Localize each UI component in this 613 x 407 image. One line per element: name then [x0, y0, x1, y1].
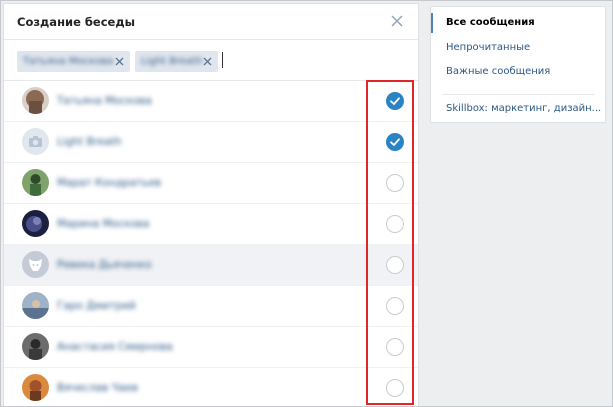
checkbox-unchecked[interactable] [386, 174, 404, 192]
avatar [22, 210, 49, 237]
participant-chip-name: Light Breath [141, 56, 203, 67]
avatar [22, 128, 49, 155]
active-item-indicator [431, 13, 433, 33]
dog-icon [22, 251, 49, 278]
checkmark-icon [390, 97, 400, 105]
friend-row[interactable]: Ревека Дьяченко [4, 245, 418, 286]
remove-chip-icon[interactable] [114, 56, 125, 67]
avatar [22, 374, 49, 401]
checkbox-checked[interactable] [386, 92, 404, 110]
avatar [22, 169, 49, 196]
checkmark-icon [390, 138, 400, 146]
menu-item-all-messages[interactable]: Все сообщения [446, 17, 535, 28]
menu-item-unread[interactable]: Непрочитанные [446, 42, 530, 53]
participant-chip-name: Татьяна Москова [23, 56, 114, 67]
friend-row[interactable]: Марат Кондратьев [4, 163, 418, 204]
avatar [22, 251, 49, 278]
menu-item-important[interactable]: Важные сообщения [446, 66, 550, 77]
avatar [22, 87, 49, 114]
friend-name: Гаро Дмитрий [57, 300, 136, 312]
modal-header: Создание беседы [4, 4, 418, 40]
checkbox-unchecked[interactable] [386, 379, 404, 397]
remove-chip-icon[interactable] [202, 56, 213, 67]
friend-name: Вячеслав Чаев [57, 382, 138, 394]
avatar [22, 292, 49, 319]
friend-name: Анастасия Смирнова [57, 341, 173, 353]
friend-row[interactable]: Марина Москова [4, 204, 418, 245]
friend-name: Марат Кондратьев [57, 177, 162, 189]
checkbox-unchecked[interactable] [386, 297, 404, 315]
close-icon[interactable] [390, 14, 404, 28]
friend-name: Марина Москова [57, 218, 150, 230]
friend-name: Ревека Дьяченко [57, 259, 152, 271]
avatar [22, 333, 49, 360]
friend-row[interactable]: Анастасия Смирнова [4, 327, 418, 368]
friend-name: Light Breath [57, 136, 122, 148]
camera-icon [22, 128, 49, 155]
text-cursor [222, 52, 223, 68]
checkbox-unchecked[interactable] [386, 256, 404, 274]
checkbox-unchecked[interactable] [386, 338, 404, 356]
friend-row[interactable]: Вячеслав Чаев [4, 368, 418, 406]
friend-name: Татьяна Москова [57, 95, 152, 107]
modal-title: Создание беседы [17, 15, 136, 29]
create-chat-modal: Создание беседы Татьяна Москова Light Br… [3, 3, 419, 407]
friend-row[interactable]: Гаро Дмитрий [4, 286, 418, 327]
friend-row[interactable]: Татьяна Москова [4, 81, 418, 122]
participant-chip: Татьяна Москова [17, 51, 130, 72]
checkbox-unchecked[interactable] [386, 215, 404, 233]
selected-participants-bar[interactable]: Татьяна Москова Light Breath [4, 40, 418, 81]
menu-item-chat-skillbox[interactable]: Skillbox: маркетинг, дизайн... [446, 103, 601, 114]
menu-divider [443, 94, 595, 95]
participant-chip: Light Breath [135, 51, 218, 72]
checkbox-checked[interactable] [386, 133, 404, 151]
friend-row[interactable]: Light Breath [4, 122, 418, 163]
messages-filter-menu: Все сообщения Непрочитанные Важные сообщ… [430, 6, 606, 123]
